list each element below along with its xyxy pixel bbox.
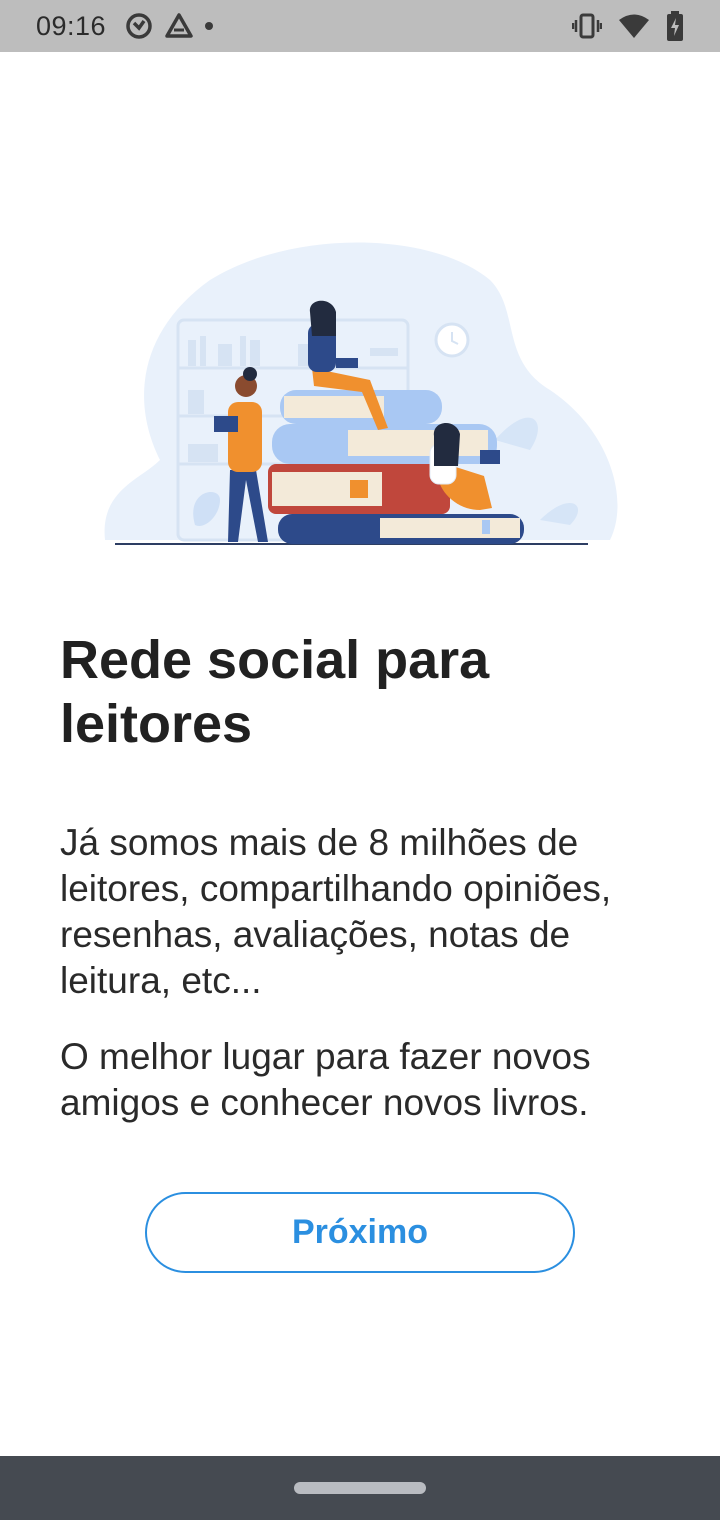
- description-paragraph-1: Já somos mais de 8 milhões de leitores, …: [60, 822, 612, 1001]
- notification-dot-icon: [204, 21, 214, 31]
- vibrate-icon: [572, 13, 602, 39]
- status-bar: 09:16: [0, 0, 720, 52]
- readers-on-books-illustration: [100, 240, 620, 560]
- status-time: 09:16: [36, 10, 107, 41]
- navigation-bar: [0, 1456, 720, 1520]
- page-title: Rede social para leitores: [60, 630, 490, 754]
- battery-charging-icon: [666, 11, 684, 41]
- status-left-icons: [124, 11, 214, 41]
- wifi-icon: [618, 13, 650, 39]
- description-paragraph-2: O melhor lugar para fazer novos amigos e…: [60, 1036, 591, 1123]
- next-button[interactable]: Próximo: [145, 1192, 575, 1273]
- home-gesture-handle[interactable]: [294, 1482, 426, 1494]
- status-right-icons: [572, 11, 684, 41]
- drive-icon: [164, 12, 194, 40]
- data-saver-icon: [124, 11, 154, 41]
